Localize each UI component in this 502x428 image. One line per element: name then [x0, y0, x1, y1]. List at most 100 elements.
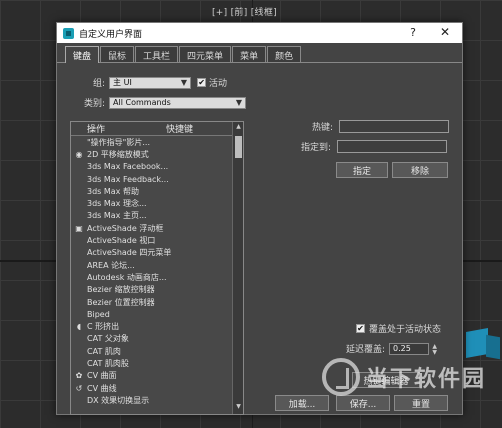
- assigned-label: 指定到:: [301, 143, 332, 153]
- list-item-label: CV 曲面: [87, 371, 117, 381]
- action-list[interactable]: 操作 快捷键 "操作指导"影片... ◉ 2D 平移缩放模式 3ds Max Face…: [70, 121, 244, 415]
- assigned-field[interactable]: [337, 140, 448, 153]
- column-header-hotkey[interactable]: 快捷键: [166, 122, 226, 135]
- list-item[interactable]: 3ds Max 主页...: [71, 210, 232, 222]
- list-item[interactable]: 3ds Max Facebook...: [71, 161, 232, 173]
- delay-spinner[interactable]: 0.25 ▲ ▼: [389, 342, 437, 355]
- activeshade-icon: ▣: [75, 223, 83, 233]
- spinner-arrows-icon[interactable]: ▲ ▼: [432, 343, 437, 356]
- group-label: 组:: [93, 79, 106, 89]
- list-item[interactable]: ▣ ActiveShade 浮动框: [71, 222, 232, 234]
- list-item-label: DX 效果切换显示: [87, 395, 150, 405]
- list-item[interactable]: 3ds Max Feedback...: [71, 173, 232, 185]
- dialog-titlebar[interactable]: 自定义用户界面 ? ✕: [57, 23, 462, 43]
- help-button[interactable]: ?: [410, 26, 416, 39]
- list-item[interactable]: 3ds Max 帮助: [71, 185, 232, 197]
- viewport-object-side: [486, 334, 500, 360]
- hotkey-row: 热键:: [312, 120, 450, 133]
- category-label: 类别:: [84, 99, 106, 109]
- category-select[interactable]: All Commands ▼: [109, 96, 247, 109]
- tab-bar: 键盘 鼠标 工具栏 四元菜单 菜单 颜色: [57, 43, 462, 63]
- cv-curve-icon: ↺: [75, 383, 83, 393]
- list-item[interactable]: AREA 论坛...: [71, 259, 232, 271]
- watermark-logo-icon: [322, 358, 360, 396]
- viewport-object: [466, 328, 488, 358]
- list-item[interactable]: ◖ C 形挤出: [71, 320, 232, 332]
- list-item-label: 3ds Max 帮助: [87, 186, 139, 196]
- tab-keyboard[interactable]: 键盘: [65, 46, 100, 63]
- tab-colors[interactable]: 颜色: [267, 46, 302, 62]
- customize-ui-dialog: 自定义用户界面 ? ✕ 键盘 鼠标 工具栏 四元菜单 菜单 颜色 组: 主 UI…: [56, 22, 463, 415]
- list-item[interactable]: ActiveShade 四元菜单: [71, 247, 232, 259]
- list-item[interactable]: ↺ CV 曲线: [71, 382, 232, 394]
- list-item-label: CAT 父对象: [87, 334, 129, 344]
- list-item-label: CV 曲线: [87, 383, 117, 393]
- list-item[interactable]: ✿ CV 曲面: [71, 370, 232, 382]
- list-item-label: 3ds Max Feedback...: [87, 174, 169, 184]
- group-row: 组: 主 UI ▼ ✔ 活动: [93, 76, 227, 89]
- delay-row: 延迟覆盖: 0.25 ▲ ▼: [346, 342, 437, 355]
- hotkey-field[interactable]: [339, 120, 450, 133]
- reset-button[interactable]: 重置: [394, 395, 448, 411]
- list-item-label: Biped: [87, 309, 110, 319]
- override-checkbox[interactable]: ✔: [356, 324, 365, 333]
- action-list-body: "操作指导"影片... ◉ 2D 平移缩放模式 3ds Max Facebook...…: [71, 136, 232, 407]
- active-checkbox-label: 活动: [209, 79, 228, 89]
- list-item-label: Bezier 位置控制器: [87, 297, 155, 307]
- hotkey-label: 热键:: [312, 123, 334, 133]
- action-list-header: 操作 快捷键: [71, 122, 243, 136]
- load-button[interactable]: 加载...: [275, 395, 329, 411]
- scroll-up-icon[interactable]: ▲: [234, 123, 243, 133]
- list-item[interactable]: Bezier 位置控制器: [71, 296, 232, 308]
- remove-button[interactable]: 移除: [392, 162, 448, 178]
- list-item[interactable]: ActiveShade 视口: [71, 234, 232, 246]
- list-item-label: 2D 平移缩放模式: [87, 149, 149, 159]
- tab-quad-menus[interactable]: 四元菜单: [179, 46, 232, 62]
- viewport-label[interactable]: [+] [前] [线框]: [212, 5, 277, 18]
- list-item-label: AREA 论坛...: [87, 260, 135, 270]
- tab-toolbars[interactable]: 工具栏: [135, 46, 179, 62]
- list-item-label: "操作指导"影片...: [87, 137, 150, 147]
- list-scrollbar[interactable]: ▲ ▼: [232, 122, 243, 414]
- list-item-label: 3ds Max Facebook...: [87, 162, 169, 172]
- scroll-thumb[interactable]: [235, 136, 242, 158]
- list-item[interactable]: 3ds Max 理念...: [71, 197, 232, 209]
- chevron-down-icon: ▼: [180, 77, 188, 87]
- cv-surface-icon: ✿: [75, 371, 83, 381]
- c-extrude-icon: ◖: [76, 322, 82, 332]
- list-item-label: C 形挤出: [87, 322, 120, 332]
- list-item-label: ActiveShade 浮动框: [87, 223, 164, 233]
- list-item-label: CAT 肌肉股: [87, 358, 129, 368]
- tab-mouse[interactable]: 鼠标: [100, 46, 135, 62]
- watermark-text: 当下软件园: [366, 367, 487, 392]
- column-header-action[interactable]: 操作: [71, 122, 166, 135]
- delay-label: 延迟覆盖:: [346, 345, 386, 355]
- list-item[interactable]: DX 效果切换显示: [71, 394, 232, 406]
- list-item-label: CAT 肌肉: [87, 346, 121, 356]
- list-item[interactable]: CAT 肌肉股: [71, 357, 232, 369]
- list-item[interactable]: ◉ 2D 平移缩放模式: [71, 148, 232, 160]
- override-row: ✔ 覆盖处于活动状态: [356, 322, 441, 335]
- save-button[interactable]: 保存...: [336, 395, 390, 411]
- group-select[interactable]: 主 UI ▼: [109, 76, 192, 89]
- delay-value: 0.25: [393, 344, 411, 353]
- list-item-label: ActiveShade 四元菜单: [87, 248, 172, 258]
- app-icon: [63, 27, 74, 39]
- assigned-row: 指定到:: [301, 140, 448, 153]
- active-checkbox[interactable]: ✔: [197, 78, 207, 87]
- list-item[interactable]: "操作指导"影片...: [71, 136, 232, 148]
- list-item[interactable]: Biped: [71, 308, 232, 320]
- category-row: 类别: All Commands ▼: [84, 96, 247, 109]
- list-item[interactable]: Autodesk 动画商店...: [71, 271, 232, 283]
- list-item-label: 3ds Max 理念...: [87, 199, 147, 209]
- scroll-down-icon[interactable]: ▼: [234, 403, 243, 413]
- list-item-label: 3ds Max 主页...: [87, 211, 147, 221]
- close-icon[interactable]: ✕: [440, 25, 450, 39]
- dialog-title: 自定义用户界面: [79, 29, 143, 40]
- list-item[interactable]: Bezier 缩放控制器: [71, 284, 232, 296]
- list-item-label: Autodesk 动画商店...: [87, 272, 167, 282]
- assign-button[interactable]: 指定: [336, 162, 388, 178]
- list-item[interactable]: CAT 父对象: [71, 333, 232, 345]
- tab-menus[interactable]: 菜单: [232, 46, 267, 62]
- list-item[interactable]: CAT 肌肉: [71, 345, 232, 357]
